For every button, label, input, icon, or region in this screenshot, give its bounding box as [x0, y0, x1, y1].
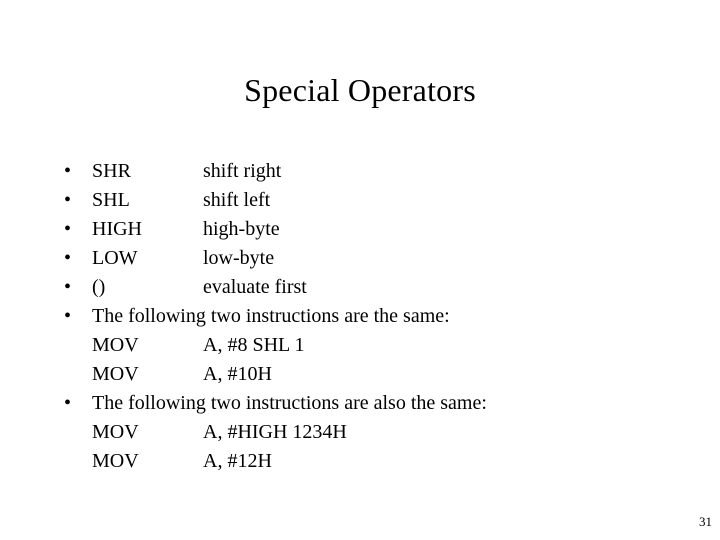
- slide-body: • SHR shift right • SHL shift left • HIGH h…: [60, 157, 670, 476]
- operator-name: (): [92, 276, 106, 298]
- bullet-icon: •: [64, 392, 72, 414]
- bullet-icon: •: [64, 305, 72, 327]
- list-item: • HIGH high-byte: [60, 215, 670, 244]
- operator-name: SHL: [92, 189, 130, 211]
- example-heading: The following two instructions are also …: [92, 392, 487, 414]
- instruction-mnemonic: MOV: [92, 450, 139, 472]
- instruction-line: MOV A, #8 SHL 1: [60, 331, 670, 360]
- instruction-operands: A, #12H: [203, 450, 272, 472]
- instruction-mnemonic: MOV: [92, 334, 139, 356]
- list-item: • () evaluate first: [60, 273, 670, 302]
- instruction-operands: A, #10H: [203, 363, 272, 385]
- page-title: Special Operators: [244, 72, 476, 108]
- instruction-mnemonic: MOV: [92, 363, 139, 385]
- bullet-icon: •: [64, 218, 72, 240]
- instruction-line: MOV A, #HIGH 1234H: [60, 418, 670, 447]
- instruction-operands: A, #HIGH 1234H: [203, 421, 347, 443]
- bullet-icon: •: [64, 189, 72, 211]
- operator-name: LOW: [92, 247, 138, 269]
- bullet-icon: •: [64, 276, 72, 298]
- slide-canvas: Special Operators • SHR shift right • SHL…: [0, 0, 720, 540]
- operator-name: HIGH: [92, 218, 142, 240]
- bullet-icon: •: [64, 160, 72, 182]
- example-heading: The following two instructions are the s…: [92, 305, 450, 327]
- bullet-icon: •: [64, 247, 72, 269]
- operator-meaning: low-byte: [203, 247, 275, 269]
- operator-meaning: evaluate first: [203, 276, 307, 298]
- operator-meaning: shift right: [203, 160, 282, 182]
- instruction-operands: A, #8 SHL 1: [203, 334, 305, 356]
- list-item: • The following two instructions are als…: [60, 389, 670, 418]
- list-item: • LOW low-byte: [60, 244, 670, 273]
- operator-meaning: high-byte: [203, 218, 280, 240]
- operator-name: SHR: [92, 160, 131, 182]
- instruction-mnemonic: MOV: [92, 421, 139, 443]
- page-number: 31: [699, 514, 712, 529]
- list-item: • The following two instructions are the…: [60, 302, 670, 331]
- instruction-line: MOV A, #10H: [60, 360, 670, 389]
- instruction-line: MOV A, #12H: [60, 447, 670, 476]
- list-item: • SHL shift left: [60, 186, 670, 215]
- list-item: • SHR shift right: [60, 157, 670, 186]
- operator-meaning: shift left: [203, 189, 271, 211]
